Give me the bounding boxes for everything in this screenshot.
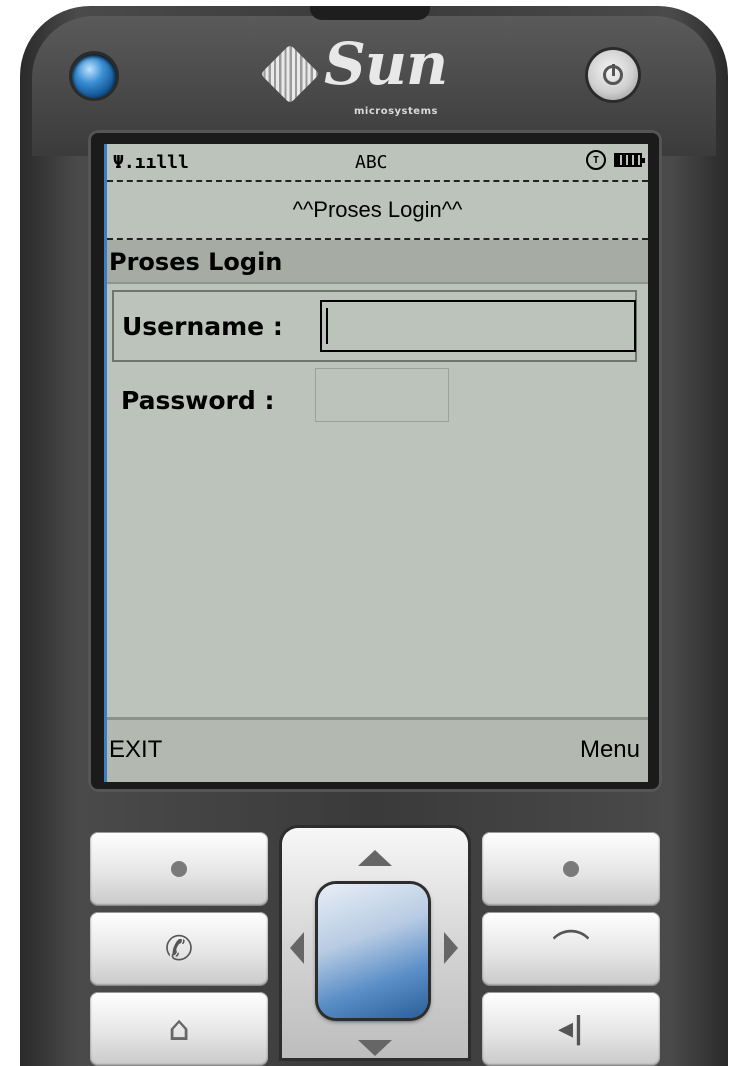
earpiece — [310, 6, 430, 20]
form-title: Proses Login — [107, 240, 648, 284]
dot-icon — [563, 861, 579, 877]
arrow-right-icon[interactable] — [444, 932, 458, 964]
logo-subtitle: microsystems — [354, 106, 438, 117]
username-label: Username : — [122, 312, 283, 341]
sun-diamond-icon — [260, 44, 320, 104]
power-icon — [603, 64, 623, 85]
softkey-bar: EXIT Menu — [107, 717, 648, 782]
status-bar: Ψ.ıılll ABC T — [107, 144, 648, 180]
dot-icon — [171, 861, 187, 877]
status-icons: T — [586, 150, 645, 170]
input-mode-indicator: ABC — [355, 152, 388, 173]
sun-logo: Sun microsystems — [260, 30, 462, 126]
clock-icon: T — [586, 150, 606, 170]
username-row[interactable]: Username : — [112, 290, 637, 362]
navigation-pad[interactable] — [282, 828, 468, 1058]
power-button[interactable] — [588, 50, 638, 100]
ticker-text: ^^Proses Login^^ — [292, 197, 463, 222]
arrow-down-icon[interactable] — [358, 1040, 392, 1056]
home-button[interactable]: ⌂ — [90, 992, 268, 1066]
exit-softkey[interactable]: EXIT — [109, 736, 162, 764]
hang-up-icon: ⌒ — [551, 927, 590, 971]
phone-screen: Ψ.ıılll ABC T ^^Proses Login^^ Proses Lo… — [104, 144, 648, 782]
signal-icon: Ψ.ıılll — [113, 152, 189, 173]
right-softkey-button[interactable] — [482, 832, 660, 906]
back-icon: ◂| — [557, 1011, 584, 1046]
arrow-left-icon[interactable] — [290, 932, 304, 964]
led-indicator-icon — [72, 54, 116, 98]
call-button[interactable]: ✆ — [90, 912, 268, 986]
battery-icon — [614, 153, 645, 167]
back-button[interactable]: ◂| — [482, 992, 660, 1066]
password-label: Password : — [121, 386, 275, 415]
logo-brand: Sun — [324, 30, 448, 98]
phone-call-icon: ✆ — [164, 929, 194, 969]
menu-softkey[interactable]: Menu — [580, 736, 640, 764]
end-call-button[interactable]: ⌒ — [482, 912, 660, 986]
select-button[interactable] — [318, 884, 428, 1018]
password-input[interactable] — [315, 368, 449, 422]
arrow-up-icon[interactable] — [358, 850, 392, 866]
username-input[interactable] — [320, 300, 636, 352]
left-softkey-button[interactable] — [90, 832, 268, 906]
text-caret — [326, 308, 328, 344]
